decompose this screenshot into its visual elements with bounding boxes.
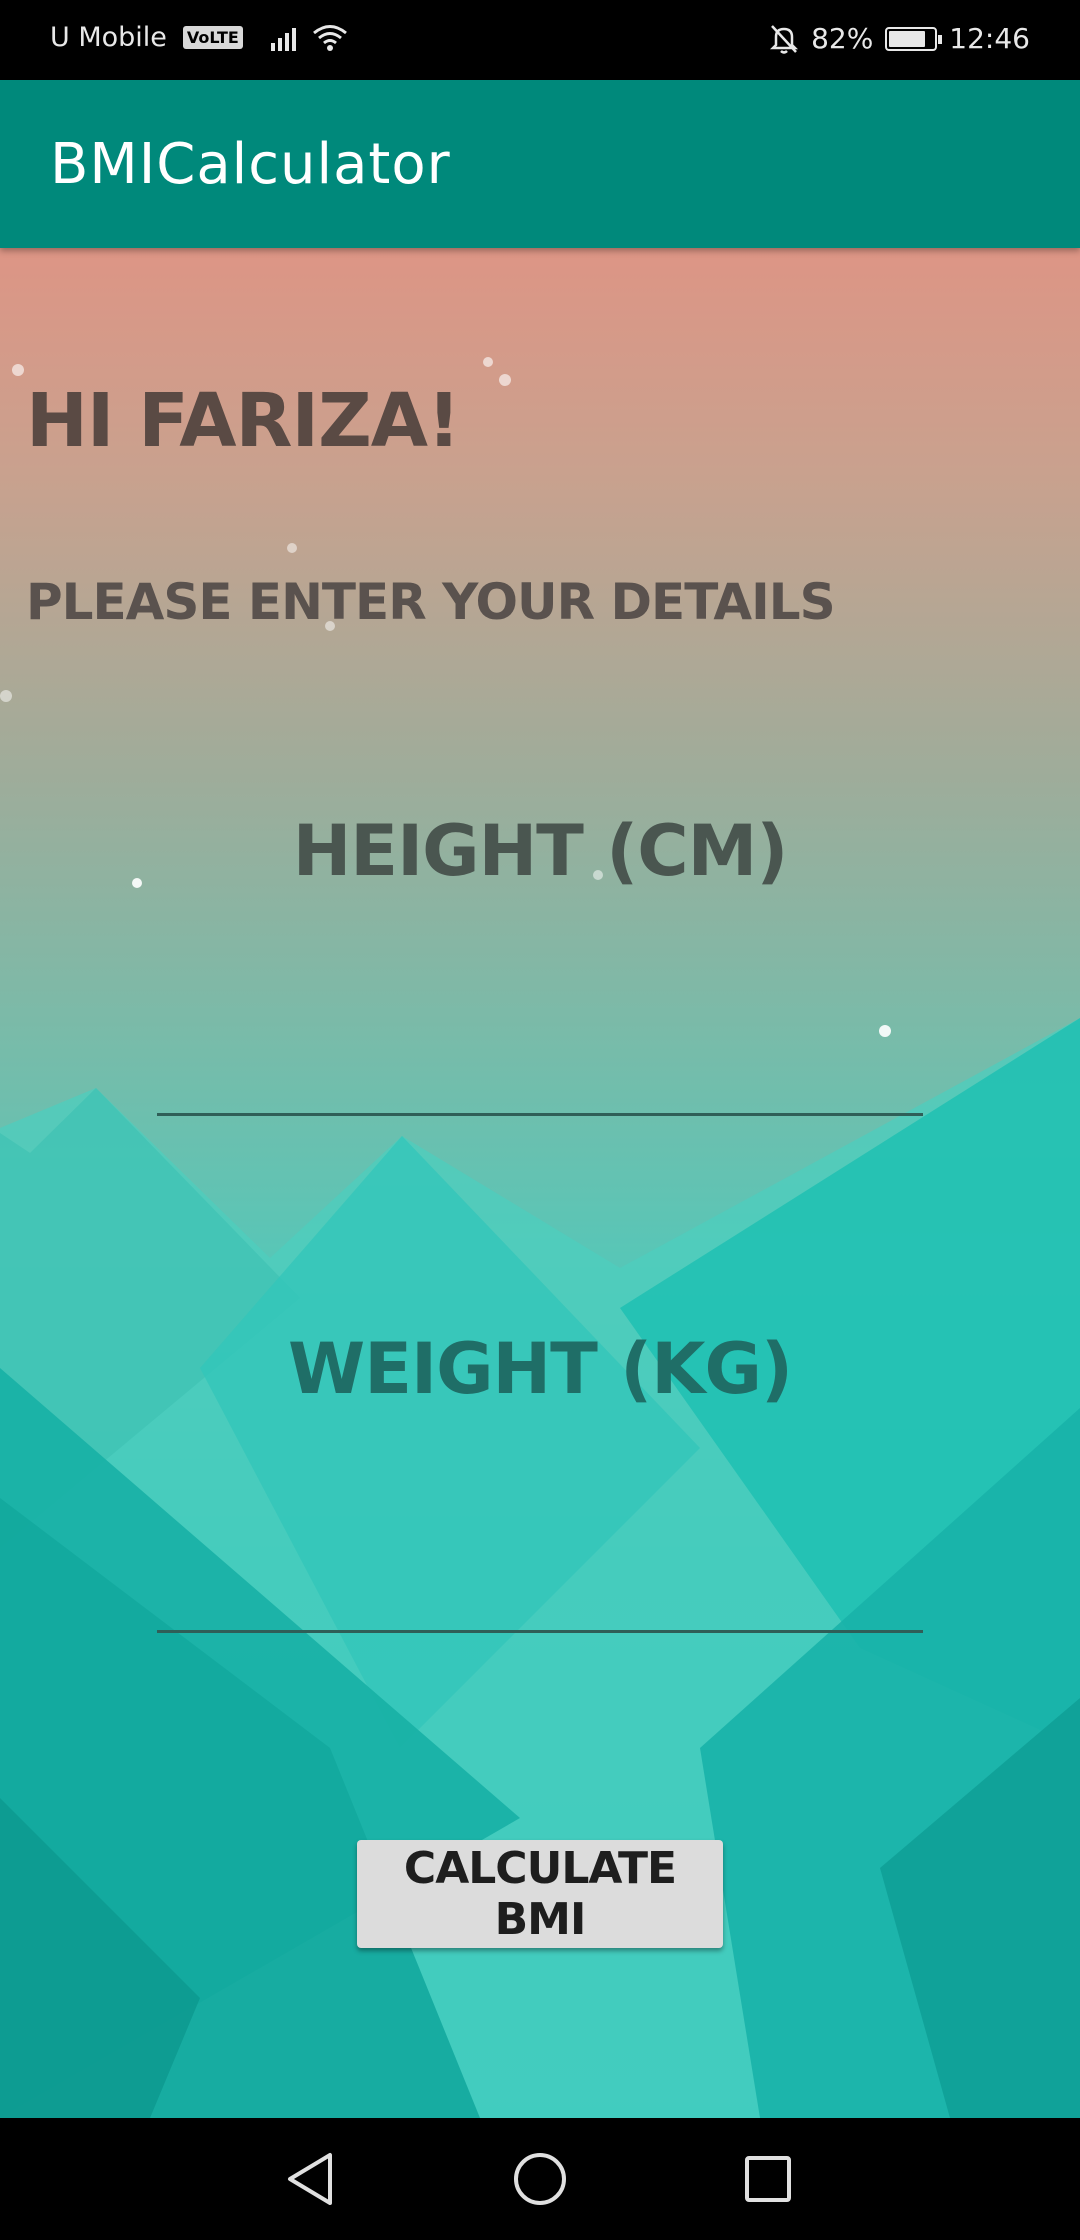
main-content: HI FARIZA! PLEASE ENTER YOUR DETAILS HEI… xyxy=(0,248,1080,2118)
carrier-name: U Mobile xyxy=(50,22,167,53)
calculate-bmi-button[interactable]: CALCULATE BMI xyxy=(357,1840,723,1948)
status-left: U Mobile VoLTE xyxy=(50,22,348,53)
instructions-text: PLEASE ENTER YOUR DETAILS xyxy=(26,573,836,631)
status-time: 12:46 xyxy=(949,22,1030,55)
navigation-bar xyxy=(0,2118,1080,2240)
mountain-background xyxy=(0,357,1080,2118)
battery-icon xyxy=(885,26,943,51)
recents-button[interactable] xyxy=(733,2144,803,2214)
battery-fill xyxy=(889,30,926,47)
weight-input[interactable] xyxy=(157,1543,923,1633)
height-input[interactable] xyxy=(157,1026,923,1116)
weight-label: WEIGHT (KG) xyxy=(288,1328,793,1410)
battery-percent: 82% xyxy=(811,22,874,55)
back-button[interactable] xyxy=(275,2144,345,2214)
home-button[interactable] xyxy=(505,2144,575,2214)
greeting-text: HI FARIZA! xyxy=(26,378,461,464)
status-right: 82% 12:46 xyxy=(769,22,1030,55)
signal-bars-icon xyxy=(270,25,296,51)
app-title: BMICalculator xyxy=(50,132,451,197)
home-icon xyxy=(514,2153,566,2205)
status-bar: U Mobile VoLTE 82% 12:46 xyxy=(0,0,1080,80)
height-label: HEIGHT (CM) xyxy=(292,810,789,892)
wifi-icon xyxy=(312,24,347,51)
volte-badge: VoLTE xyxy=(182,26,243,49)
app-bar: BMICalculator xyxy=(0,80,1080,248)
back-icon xyxy=(288,2153,332,2205)
alarm-off-icon xyxy=(770,24,799,54)
recents-icon xyxy=(745,2156,791,2202)
